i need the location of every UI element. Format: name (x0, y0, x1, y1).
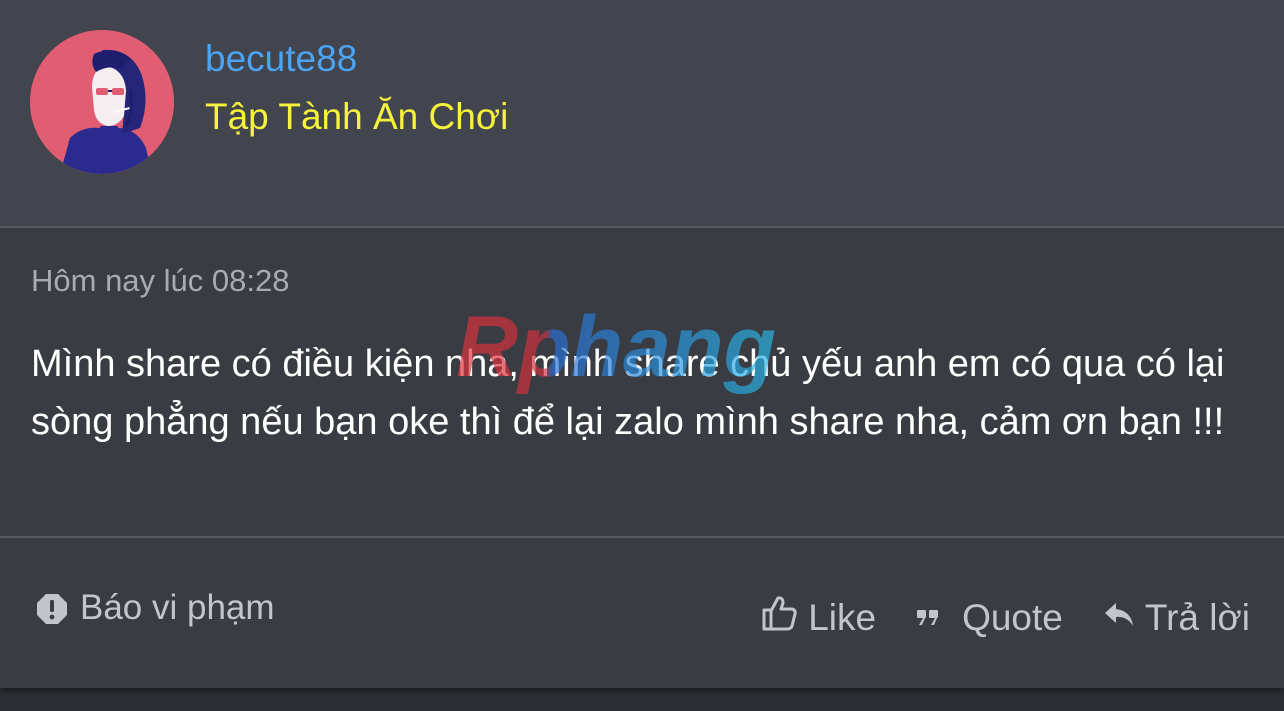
like-label: Like (808, 597, 877, 638)
thumbs-up-icon (760, 594, 798, 642)
quote-icon (916, 596, 940, 640)
report-label: Báo vi phạm (80, 588, 275, 627)
username-link[interactable]: becute88 (205, 37, 357, 81)
post-timestamp[interactable]: Hôm nay lúc 08:28 (31, 261, 289, 301)
post-author-header: becute88 Tập Tành Ăn Chơi (0, 0, 1284, 228)
quote-button[interactable]: Quote (916, 596, 1063, 640)
post-actions: Like Quote Trả lời (720, 594, 1250, 642)
report-button[interactable]: Báo vi phạm (36, 586, 275, 630)
quote-label: Quote (962, 597, 1063, 638)
alert-octagon-icon (36, 592, 68, 624)
like-button[interactable]: Like (760, 594, 876, 642)
reply-button[interactable]: Trả lời (1103, 596, 1250, 640)
post-body: Hôm nay lúc 08:28 Mình share có điều kiệ… (0, 228, 1284, 538)
reply-label: Trả lời (1144, 597, 1250, 638)
post-footer: Báo vi phạm Like Quote Trả lời (0, 538, 1284, 688)
hooded-smoker-avatar-icon (30, 30, 174, 174)
user-title: Tập Tành Ăn Chơi (205, 96, 509, 137)
reply-arrow-icon (1103, 596, 1135, 640)
avatar[interactable] (30, 30, 174, 174)
post-message: Mình share có điều kiện nha, mình share … (31, 343, 1225, 443)
post-card: becute88 Tập Tành Ăn Chơi Hôm nay lúc 08… (0, 0, 1284, 688)
